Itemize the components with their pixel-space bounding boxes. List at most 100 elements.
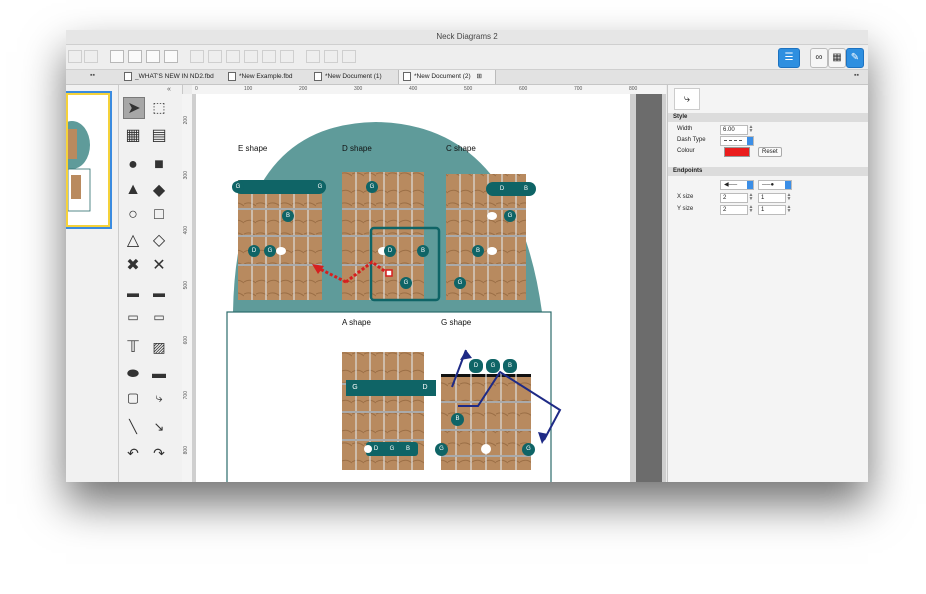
ellipse-tool-icon[interactable]: ⬬ xyxy=(123,363,143,383)
tab-new-document-2[interactable]: *New Document (2) ⊞ xyxy=(398,70,496,84)
redo-icon[interactable] xyxy=(84,50,98,63)
image-tool-icon[interactable]: ▨ xyxy=(149,337,169,357)
open-triangle-icon[interactable]: △ xyxy=(123,230,143,250)
curve-tool-icon[interactable]: ↷ xyxy=(149,443,169,463)
text-tool-icon[interactable]: 𝕋 xyxy=(123,337,143,357)
pen-icon[interactable]: ✎ xyxy=(846,48,864,68)
align-bottom-icon[interactable] xyxy=(280,50,294,63)
marquee-select-icon[interactable]: ⬚ xyxy=(149,97,169,117)
send-backward-icon[interactable] xyxy=(146,50,160,63)
note-dot[interactable]: B xyxy=(417,245,429,257)
note-dot[interactable]: D xyxy=(496,183,508,195)
note-dot[interactable]: G xyxy=(264,245,276,257)
filled-triangle-icon[interactable]: ▲ xyxy=(123,180,143,200)
note-dot[interactable]: D xyxy=(384,245,396,257)
y-size-end-field[interactable]: 1 xyxy=(758,205,786,215)
neck-grid-icon[interactable]: ▦ xyxy=(123,125,143,145)
reset-button[interactable]: Reset xyxy=(758,147,782,157)
vertical-scrollbar[interactable] xyxy=(636,94,662,482)
inspector-panel-close-icon[interactable]: ▪▪ xyxy=(854,72,859,79)
y-size-start-stepper[interactable]: ▲ ▼ xyxy=(748,205,754,214)
page-thumbnail[interactable] xyxy=(66,93,110,227)
bring-forward-icon[interactable] xyxy=(128,50,142,63)
arc-tool-icon[interactable]: ↶ xyxy=(123,443,143,463)
note-dot[interactable]: B xyxy=(472,245,484,257)
document-page[interactable]: E shape D shape C shape A shape G shape … xyxy=(196,94,630,482)
thumbnail-panel-close-icon[interactable]: ▪▪ xyxy=(90,72,95,79)
colour-swatch[interactable] xyxy=(724,147,750,157)
shape-title[interactable]: C shape xyxy=(446,144,476,153)
distribute-horizontal-icon[interactable] xyxy=(306,50,320,63)
shape-title[interactable]: A shape xyxy=(342,318,371,327)
note-dot[interactable]: B xyxy=(451,413,464,426)
open-circle-icon[interactable]: ○ xyxy=(123,205,143,225)
start-endpoint-select[interactable]: ◀── xyxy=(720,180,754,190)
align-top-icon[interactable] xyxy=(244,50,258,63)
distribute-space-icon[interactable] xyxy=(342,50,356,63)
select-arrow-icon[interactable]: ➤ xyxy=(123,97,145,119)
open-rounded-bar-icon[interactable]: ▭ xyxy=(149,307,169,327)
filled-square-icon[interactable]: ■ xyxy=(149,155,169,175)
y-size-end-stepper[interactable]: ▲ ▼ xyxy=(786,205,792,214)
note-dot[interactable]: G xyxy=(435,443,448,456)
filled-diamond-icon[interactable]: ◆ xyxy=(149,180,169,200)
document-canvas[interactable]: E shape D shape C shape A shape G shape … xyxy=(192,94,666,482)
connector-tool-icon[interactable]: ⤷ xyxy=(149,388,169,408)
table-grid-icon[interactable]: ▤ xyxy=(149,125,169,145)
x-size-end-field[interactable]: 1 xyxy=(758,193,786,203)
note-dot[interactable]: B xyxy=(502,358,518,374)
distribute-vertical-icon[interactable] xyxy=(324,50,338,63)
split-icon[interactable]: ⊞ xyxy=(477,73,482,80)
grid-view-icon[interactable]: ▦ xyxy=(828,48,846,68)
note-dot[interactable]: G xyxy=(400,277,412,289)
line-tool-icon[interactable]: ╲ xyxy=(123,417,143,437)
collapse-icon[interactable]: « xyxy=(167,86,171,93)
cross-icon[interactable]: ✖ xyxy=(123,255,143,275)
align-right-icon[interactable] xyxy=(226,50,240,63)
x-size-end-stepper[interactable]: ▲ ▼ xyxy=(786,193,792,202)
arrow-line-tool-icon[interactable]: ↘ xyxy=(149,417,169,437)
note-dot[interactable]: G xyxy=(522,443,535,456)
note-dot[interactable]: G xyxy=(232,181,244,193)
rounded-rect-tool-icon[interactable]: ▢ xyxy=(123,388,143,408)
x-size-start-stepper[interactable]: ▲ ▼ xyxy=(748,193,754,202)
open-diamond-icon[interactable]: ◇ xyxy=(149,230,169,250)
note-dot[interactable]: G xyxy=(504,210,516,222)
note-dot[interactable]: G xyxy=(454,277,466,289)
tab-new-document-1[interactable]: *New Document (1) xyxy=(314,70,396,84)
binoculars-icon[interactable]: ∞ xyxy=(810,48,828,68)
undo-icon[interactable] xyxy=(68,50,82,63)
note-dot[interactable]: G xyxy=(314,181,326,193)
rectangle-tool-icon[interactable]: ▬ xyxy=(149,363,169,383)
shape-title[interactable]: G shape xyxy=(441,318,471,327)
note-dot[interactable]: G xyxy=(366,181,378,193)
align-middle-icon[interactable] xyxy=(262,50,276,63)
note-dot[interactable]: D xyxy=(248,245,260,257)
filled-rounded-bar-icon[interactable]: ▬ xyxy=(149,283,169,303)
send-back-icon[interactable] xyxy=(164,50,178,63)
width-field[interactable]: 6.00 xyxy=(720,125,748,135)
group-icon[interactable] xyxy=(110,50,124,63)
open-square-icon[interactable]: □ xyxy=(149,205,169,225)
note-dot[interactable]: B xyxy=(520,183,532,195)
tab-whats-new[interactable]: _WHAT'S NEW IN ND2.fbd xyxy=(122,70,222,84)
filled-bar-icon[interactable]: ▬ xyxy=(123,283,143,303)
note-dot[interactable]: B xyxy=(282,210,294,222)
width-stepper[interactable]: ▲ ▼ xyxy=(748,125,754,134)
dash-type-select[interactable] xyxy=(720,136,754,146)
note-dot[interactable]: D xyxy=(468,358,484,374)
connector-icon[interactable]: ⤷ xyxy=(674,88,700,110)
shape-title[interactable]: E shape xyxy=(238,144,267,153)
note-dot[interactable]: G xyxy=(485,358,501,374)
sliders-icon[interactable]: ☰ xyxy=(778,48,800,68)
y-size-start-field[interactable]: 2 xyxy=(720,205,748,215)
shape-title[interactable]: D shape xyxy=(342,144,372,153)
filled-circle-icon[interactable]: ● xyxy=(123,155,143,175)
tab-new-example[interactable]: *New Example.fbd xyxy=(228,70,310,84)
open-bar-icon[interactable]: ▭ xyxy=(123,307,143,327)
x-size-start-field[interactable]: 2 xyxy=(720,193,748,203)
end-endpoint-select[interactable]: ──● xyxy=(758,180,792,190)
align-center-icon[interactable] xyxy=(208,50,222,63)
open-cross-icon[interactable]: ✕ xyxy=(149,255,169,275)
align-left-icon[interactable] xyxy=(190,50,204,63)
